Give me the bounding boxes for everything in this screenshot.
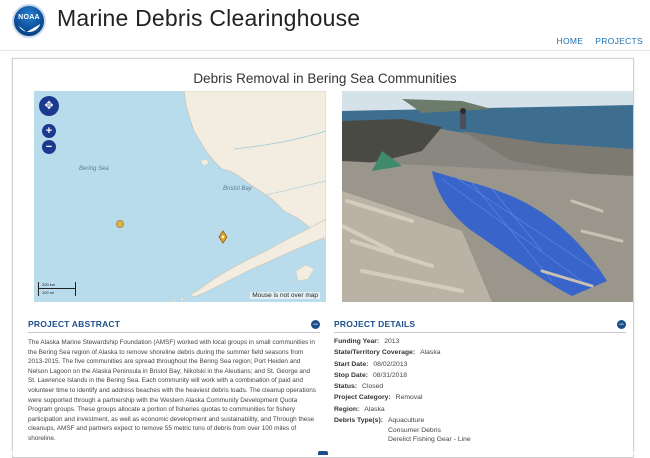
detail-value: Removal — [395, 394, 423, 402]
abstract-text: The Alaska Marine Stewardship Foundation… — [28, 339, 316, 442]
detail-value: Closed — [362, 383, 384, 391]
detail-label: Debris Type(s): — [334, 417, 383, 425]
map-scale-bar: 200 km 100 mi — [38, 282, 76, 296]
scroll-indicator[interactable] — [318, 451, 328, 455]
details-heading: PROJECT DETAILS — [334, 319, 416, 329]
logo-text: NOAA — [18, 14, 40, 21]
detail-value: Alaska — [420, 349, 441, 357]
detail-row-stop-date: Stop Date: 08/31/2018 — [334, 372, 624, 383]
map-status-text: Mouse is not over map — [250, 292, 320, 299]
detail-value: 08/31/2018 — [373, 371, 408, 379]
detail-label: State/Territory Coverage: — [334, 349, 416, 357]
detail-label: Region: — [334, 405, 360, 413]
logo-bird-icon — [17, 23, 41, 32]
detail-value: 2013 — [384, 338, 400, 345]
project-photo — [342, 91, 633, 302]
details-list: Funding Year: 2013 State/Territory Cover… — [334, 338, 624, 446]
detail-row-debris-types: Debris Type(s): Aquaculture Consumer Deb… — [334, 417, 624, 446]
bay-label: Bristol Bay — [223, 186, 252, 192]
abstract-collapse-icon[interactable]: − — [311, 320, 320, 329]
map-zoom-out-button[interactable]: − — [42, 140, 56, 154]
photo-graphic — [342, 91, 633, 302]
detail-row-funding-year: Funding Year: 2013 — [334, 338, 624, 349]
map-pan-icon[interactable]: ✥ — [39, 96, 59, 116]
detail-row-category: Project Category: Removal — [334, 394, 624, 405]
noaa-logo[interactable]: NOAA — [12, 4, 46, 38]
scale-mi-label: 100 mi — [42, 290, 55, 295]
map-graphic — [116, 91, 326, 302]
detail-label: Funding Year: — [334, 338, 380, 345]
header-divider — [0, 50, 650, 51]
page-title: Debris Removal in Bering Sea Communities — [193, 71, 457, 86]
detail-row-start-date: Start Date: 08/02/2013 — [334, 361, 624, 372]
map-zoom-in-button[interactable]: + — [42, 124, 56, 138]
debris-type-item: Aquaculture — [387, 417, 425, 425]
detail-row-coverage: State/Territory Coverage: Alaska — [334, 349, 624, 360]
sea-label: Bering Sea — [79, 166, 109, 172]
debris-type-item: Consumer Debris — [387, 426, 441, 434]
detail-value: 08/02/2013 — [373, 360, 408, 368]
detail-value: Alaska — [364, 405, 385, 413]
details-collapse-icon[interactable]: − — [617, 320, 626, 329]
detail-label: Status: — [334, 383, 358, 391]
project-map[interactable]: Bering Sea Bristol Bay ✥ + − 200 km 100 … — [34, 91, 326, 302]
abstract-section-header: PROJECT ABSTRACT − — [28, 319, 320, 333]
abstract-heading: PROJECT ABSTRACT — [28, 319, 121, 329]
detail-row-region: Region: Alaska — [334, 406, 624, 417]
debris-type-item: Derelict Fishing Gear - Line — [387, 436, 471, 444]
detail-row-status: Status: Closed — [334, 383, 624, 394]
scale-km-label: 200 km — [42, 282, 56, 287]
nav-projects-link[interactable]: PROJECTS — [595, 36, 643, 46]
details-section-header: PROJECT DETAILS − — [334, 319, 626, 333]
top-nav: HOME PROJECTS — [557, 36, 643, 46]
site-title[interactable]: Marine Debris Clearinghouse — [57, 5, 360, 32]
detail-label: Project Category: — [334, 394, 391, 402]
debris-type-list: Aquaculture Consumer Debris Derelict Fis… — [388, 417, 471, 446]
detail-label: Start Date: — [334, 360, 369, 368]
detail-label: Stop Date: — [334, 371, 368, 379]
nav-home-link[interactable]: HOME — [557, 36, 584, 46]
